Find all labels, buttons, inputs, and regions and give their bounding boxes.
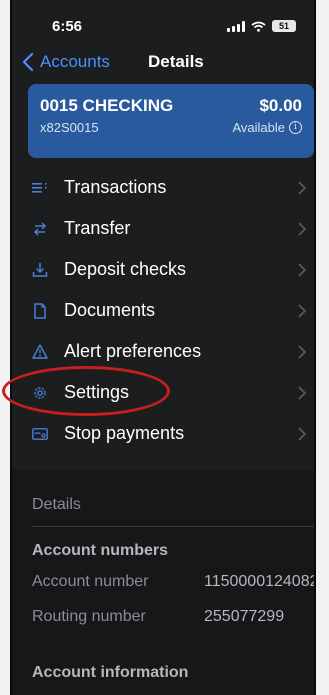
menu-item-stop-payments[interactable]: Stop payments: [12, 413, 314, 454]
menu-item-label: Stop payments: [64, 423, 185, 443]
account-information-heading: Account information: [32, 664, 189, 681]
account-balance: $0.00: [259, 96, 302, 115]
page-title: Details: [148, 52, 204, 71]
menu-item-transactions[interactable]: Transactions: [12, 167, 314, 208]
chevron-right-icon: [298, 426, 306, 441]
highlight-circle-annotation: [2, 366, 170, 416]
back-chevron-icon[interactable]: [22, 52, 34, 72]
chevron-right-icon: [298, 385, 306, 400]
back-button[interactable]: Accounts: [40, 52, 110, 72]
status-time: 6:56: [52, 18, 83, 35]
chevron-right-icon: [298, 262, 306, 277]
account-numbers-heading: Account numbers: [32, 542, 169, 559]
menu-item-label: Transactions: [64, 177, 167, 197]
menu-item-documents[interactable]: Documents: [12, 290, 314, 331]
account-number-value[interactable]: 1150000124082: [204, 573, 314, 591]
routing-number-label: Routing number: [32, 608, 146, 625]
account-number-label: Account number: [32, 573, 149, 590]
chevron-right-icon: [298, 344, 306, 359]
details-section-title: Details: [32, 496, 81, 513]
phone-screen: 6:56 51 Accounts Details 0015 CHECKING x…: [10, 0, 316, 695]
wifi-icon: [251, 21, 266, 32]
menu-item-transfer[interactable]: Transfer: [12, 208, 314, 249]
routing-number-value[interactable]: 255077299: [204, 608, 284, 626]
account-number-masked: x82S0015: [40, 120, 99, 135]
chevron-right-icon: [298, 180, 306, 195]
menu-item-label: Alert preferences: [64, 341, 202, 361]
menu-item-label: Documents: [64, 300, 156, 320]
available-label: Available i: [232, 120, 302, 135]
document-icon: [32, 302, 48, 319]
chevron-right-icon: [298, 221, 306, 236]
download-tray-icon: [32, 262, 48, 278]
battery-icon: 51: [272, 20, 296, 32]
check-card-icon: [32, 426, 48, 442]
status-bar: 6:56 51: [12, 0, 314, 44]
info-icon[interactable]: i: [289, 121, 302, 134]
transfer-arrows-icon: [32, 221, 48, 237]
available-text: Available: [232, 120, 285, 135]
divider: [32, 526, 314, 527]
account-name: 0015 CHECKING: [40, 96, 174, 115]
chevron-right-icon: [298, 303, 306, 318]
menu-item-deposit-checks[interactable]: Deposit checks: [12, 249, 314, 290]
warning-triangle-icon: [32, 344, 48, 360]
menu-item-alert-preferences[interactable]: Alert preferences: [12, 331, 314, 372]
account-card[interactable]: 0015 CHECKING x82S0015 $0.00 Available i: [28, 84, 314, 158]
signal-icon: [227, 20, 245, 32]
navigation-bar: Accounts Details: [12, 48, 314, 78]
menu-item-label: Deposit checks: [64, 259, 187, 279]
list-icon: [32, 180, 48, 196]
details-section: Details Account numbers Account number 1…: [12, 470, 314, 695]
status-icons: 51: [227, 20, 296, 32]
menu-item-label: Transfer: [64, 218, 131, 238]
